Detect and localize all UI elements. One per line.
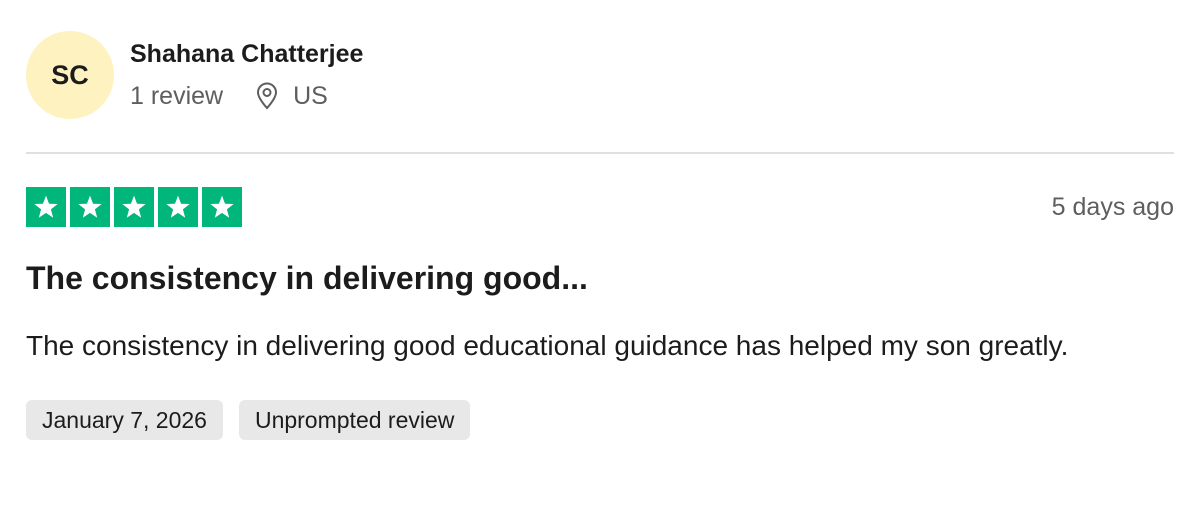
- reviewer-info: Shahana Chatterjee 1 review US: [130, 39, 363, 111]
- star-rating: [26, 187, 242, 227]
- reviewer-location: US: [293, 82, 328, 110]
- star-icon: [158, 187, 198, 227]
- location-pin-icon: [255, 82, 279, 110]
- review-count: 1 review: [130, 82, 224, 110]
- reviewer-name[interactable]: Shahana Chatterjee: [130, 39, 363, 69]
- review-body: The consistency in delivering good educa…: [26, 330, 1069, 361]
- star-icon: [114, 187, 154, 227]
- star-icon: [26, 187, 66, 227]
- star-icon: [202, 187, 242, 227]
- review-card: SC Shahana Chatterjee 1 review US 5 days…: [26, 30, 1174, 440]
- avatar[interactable]: SC: [26, 31, 114, 119]
- star-icon: [70, 187, 110, 227]
- divider: [26, 152, 1174, 154]
- review-type-tag[interactable]: Unprompted review: [238, 400, 471, 440]
- reviewer-meta: 1 review US: [130, 81, 363, 111]
- rating-row: 5 days ago: [26, 186, 1174, 228]
- review-tags: January 7, 2026 Unprompted review: [26, 400, 1174, 440]
- review-title[interactable]: The consistency in delivering good...: [26, 258, 1174, 298]
- review-relative-date: 5 days ago: [1051, 192, 1174, 221]
- reviewer-header: SC Shahana Chatterjee 1 review US: [26, 30, 1174, 120]
- review-date-tag[interactable]: January 7, 2026: [26, 400, 223, 440]
